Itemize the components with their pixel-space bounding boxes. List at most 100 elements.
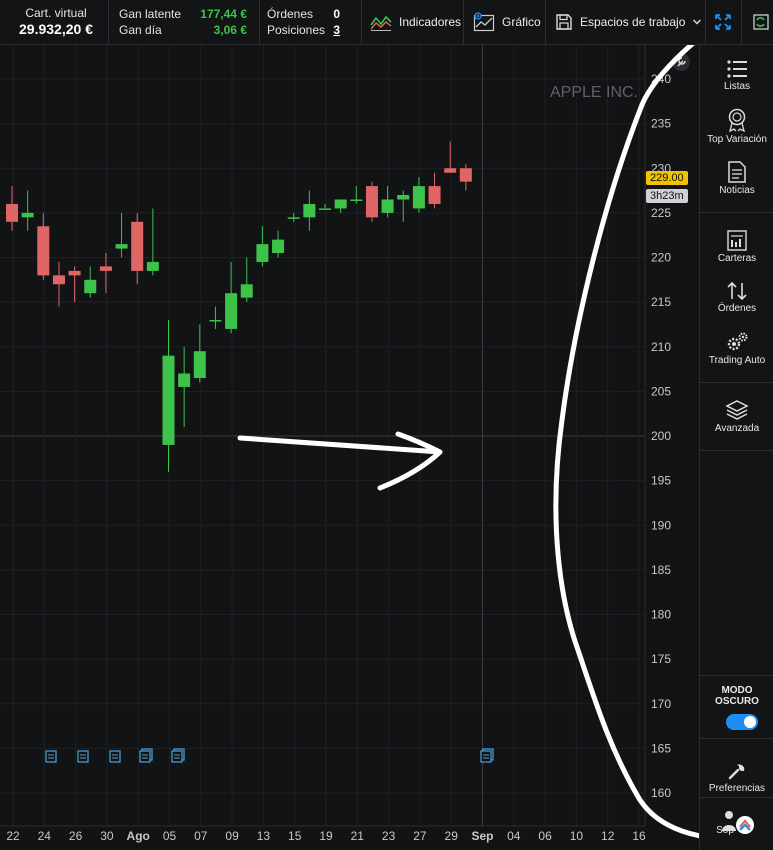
y-tick-label: 205 [651, 384, 671, 398]
divider [361, 0, 362, 44]
news-marker-icon[interactable] [109, 750, 121, 763]
dark-mode-switch[interactable] [726, 714, 758, 730]
chart-grid [0, 45, 646, 827]
x-tick-label: 09 [225, 829, 239, 843]
sidebar-item-advanced[interactable]: Avanzada [700, 399, 773, 434]
candle-body [319, 208, 331, 210]
y-tick-label: 215 [651, 295, 671, 309]
indicators-button[interactable]: Indicadores [370, 0, 461, 44]
switch-knob [744, 716, 756, 728]
y-tick-label: 170 [651, 697, 671, 711]
x-tick-label: 24 [38, 829, 52, 843]
drawn-arrow-annotation [237, 431, 443, 491]
news-marker-multi-icon[interactable] [171, 748, 185, 763]
symbol-watermark: APPLE INC. [550, 84, 638, 101]
orders-icon [727, 281, 747, 301]
workspaces-dropdown[interactable]: Espacios de trabajo [555, 0, 702, 44]
y-tick-label: 175 [651, 652, 671, 666]
candle-body [459, 168, 472, 182]
candle-body [21, 212, 34, 218]
y-tick-label: 180 [651, 608, 671, 622]
sidebar-item-preferences[interactable]: Preferencias [700, 761, 773, 794]
positions-count[interactable]: 3 [333, 23, 340, 37]
divider [705, 0, 706, 44]
orders-count[interactable]: 0 [333, 7, 340, 21]
sidebar-item-news[interactable]: Noticias [700, 161, 773, 196]
sync-button[interactable] [750, 0, 770, 44]
sidebar-item-label: Noticias [719, 185, 755, 196]
indicators-icon [370, 15, 392, 31]
chart-button[interactable]: Gráfico [473, 0, 541, 44]
candle-body [225, 293, 238, 329]
sidebar-item-portfolios[interactable]: Carteras [700, 229, 773, 264]
divider [463, 0, 464, 44]
divider [700, 212, 773, 213]
divider [545, 0, 546, 44]
gears-icon [727, 332, 748, 351]
divider [741, 0, 742, 44]
sidebar-item-label: Órdenes [717, 303, 757, 314]
sidebar-item-label: Avanzada [714, 423, 760, 434]
support-label: Sop [716, 825, 734, 836]
news-icon [728, 161, 746, 183]
divider [700, 797, 773, 798]
y-tick-label: 185 [651, 563, 671, 577]
sidebar-item-label: Carteras [717, 253, 757, 264]
x-tick-label: Ago [127, 829, 150, 843]
divider [700, 450, 773, 451]
candle-body [52, 275, 65, 285]
x-tick-label: 26 [69, 829, 83, 843]
x-tick-label: 22 [6, 829, 20, 843]
candle-body [397, 195, 410, 200]
award-icon [728, 108, 746, 132]
news-marker-icon[interactable] [45, 750, 57, 763]
news-markers[interactable] [45, 748, 494, 763]
news-marker-multi-icon[interactable] [480, 748, 494, 763]
candle-body [350, 199, 363, 201]
news-marker-multi-icon[interactable] [139, 748, 153, 763]
candle-body [334, 199, 347, 209]
sidebar-item-lists[interactable]: Listas [700, 59, 773, 92]
sidebar-item-label: Top Variación [707, 134, 767, 145]
y-tick-label: 160 [651, 786, 671, 800]
unrealized-gain-label: Gan latente [119, 7, 182, 21]
save-icon [556, 14, 572, 30]
x-tick-label: 27 [413, 829, 427, 843]
y-tick-label: 190 [651, 518, 671, 532]
x-tick-label: 12 [601, 829, 615, 843]
unrealized-gain-value: 177,44 € [200, 7, 247, 21]
sidebar-item-support[interactable]: Sop [700, 809, 773, 850]
candle-body [287, 217, 300, 219]
virtual-portfolio-value: 29.932,20 € [19, 21, 93, 37]
y-tick-label: 195 [651, 474, 671, 488]
candle-body [272, 239, 285, 254]
candle-body [68, 270, 81, 276]
indicators-label: Indicadores [399, 15, 462, 29]
y-tick-label: 220 [651, 251, 671, 265]
x-tick-label: 16 [632, 829, 646, 843]
candle-body [162, 355, 175, 445]
sidebar-item-orders[interactable]: Órdenes [700, 281, 773, 314]
orders-positions-block: Órdenes 0 Posiciones 3 [267, 0, 347, 44]
sidebar-item-auto-trading[interactable]: Trading Auto [700, 331, 773, 366]
x-tick-label: 21 [351, 829, 365, 843]
candle-body [256, 244, 269, 262]
divider [108, 0, 109, 44]
gains-block: Gan latente 177,44 € Gan día 3,06 € [119, 0, 259, 44]
x-tick-label: 07 [194, 829, 208, 843]
x-tick-label: 15 [288, 829, 302, 843]
fullscreen-button[interactable] [713, 0, 733, 44]
candle-body [428, 186, 441, 204]
sidebar-item-top-movers[interactable]: Top Variación [700, 108, 773, 145]
x-tick-label: 06 [538, 829, 552, 843]
top-bar: Cart. virtual 29.932,20 € Gan latente 17… [0, 0, 773, 45]
x-tick-label: 23 [382, 829, 396, 843]
expand-icon [715, 14, 731, 30]
virtual-portfolio[interactable]: Cart. virtual 29.932,20 € [8, 0, 104, 44]
candle-body [209, 319, 222, 322]
news-marker-icon[interactable] [77, 750, 89, 763]
virtual-portfolio-label: Cart. virtual [25, 6, 87, 20]
price-chart[interactable]: 160 165 170 175 180 185 190 195 200 205 210 215 220 2… [0, 45, 699, 850]
chart-settings-icon [473, 12, 495, 32]
x-tick-label: Sep [471, 829, 493, 843]
